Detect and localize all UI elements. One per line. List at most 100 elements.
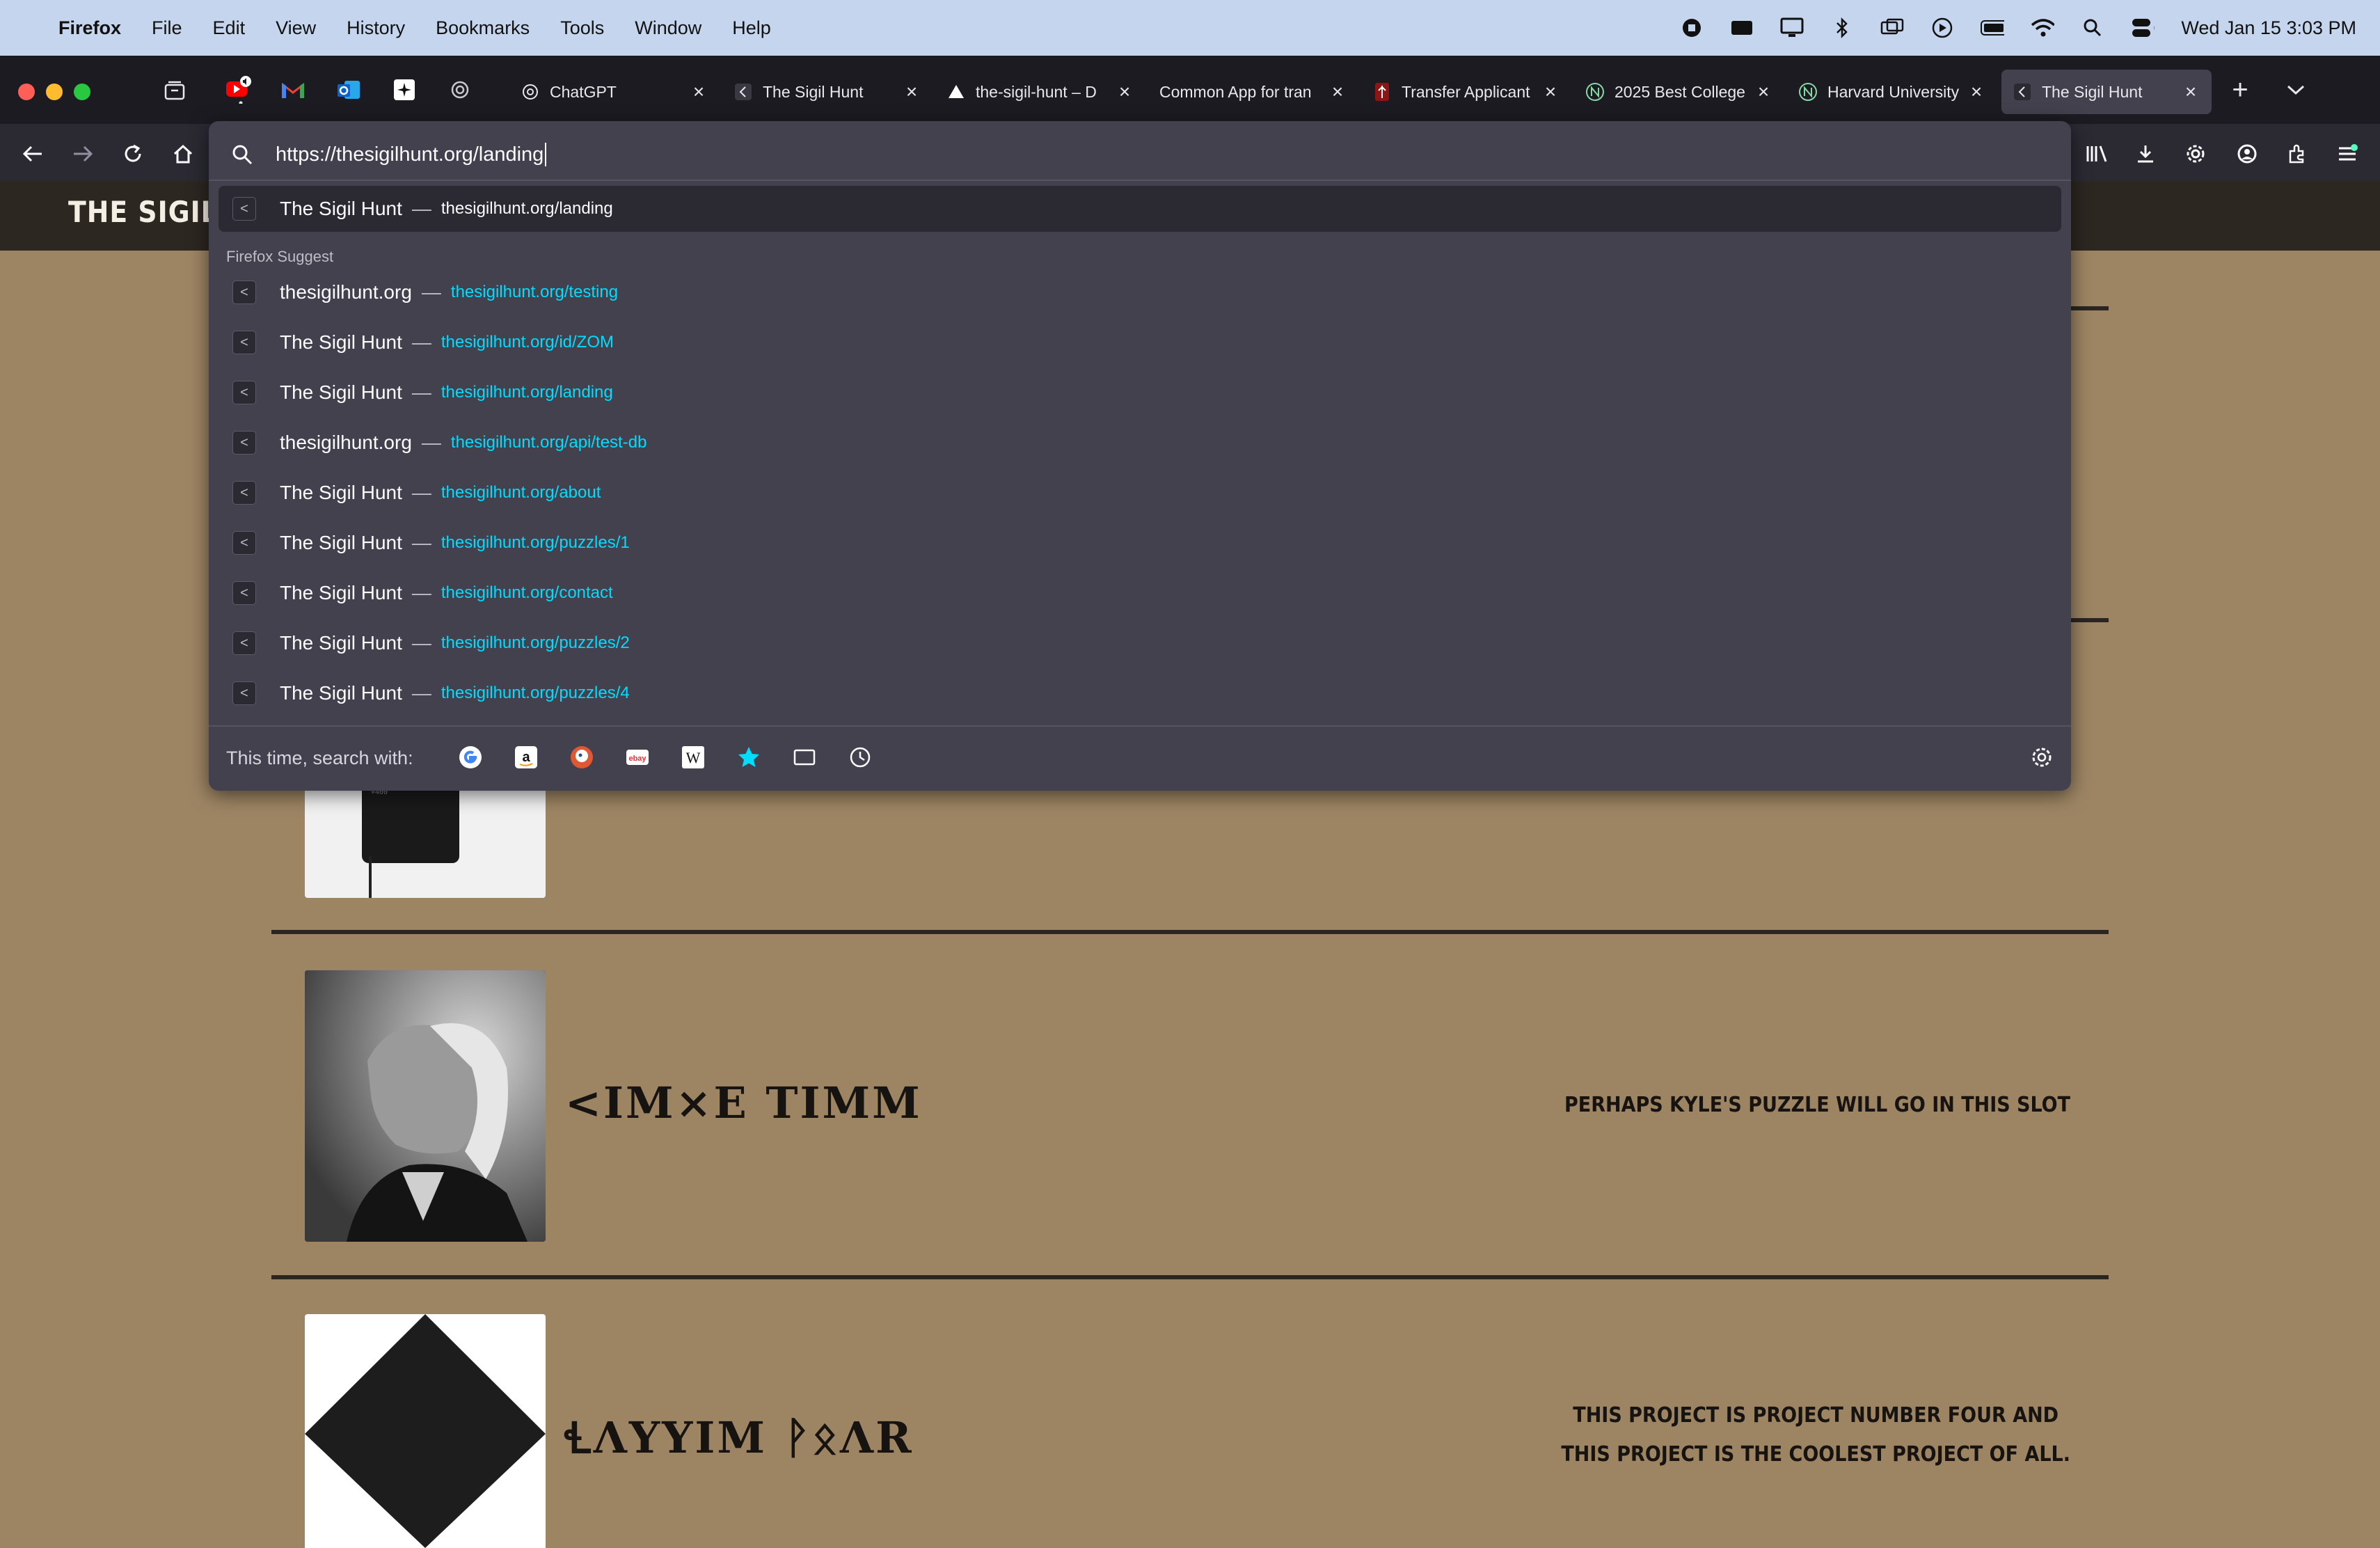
pinned-tab-chatgpt-icon[interactable]	[444, 74, 476, 106]
pinned-tab-gmail-icon[interactable]	[277, 74, 309, 106]
result-separator: —	[421, 432, 441, 453]
history-icon[interactable]	[846, 743, 874, 771]
suggestion-row[interactable]: < thesigilhunt.org — thesigilhunt.org/api/t…	[219, 420, 2061, 466]
project-name[interactable]: ꞭΛYYIM ᚹᛟΛR	[565, 1407, 914, 1466]
suggestion-row[interactable]: < The Sigil Hunt — thesigilhunt.org/contact	[219, 570, 2061, 616]
menu-help[interactable]: Help	[732, 17, 771, 39]
battery-icon[interactable]	[1981, 16, 2005, 40]
window-zoom-button[interactable]	[74, 84, 90, 100]
suggestion-row[interactable]: < thesigilhunt.org — thesigilhunt.org/testi…	[219, 269, 2061, 315]
menu-view[interactable]: View	[276, 17, 316, 39]
project-thumbnail-diamond[interactable]	[305, 1314, 546, 1548]
app-menu-hamburger-icon[interactable]	[2331, 138, 2363, 170]
sigil-icon: <	[232, 681, 256, 705]
menu-file[interactable]: File	[152, 17, 182, 39]
result-title: The Sigil Hunt	[280, 198, 402, 219]
now-playing-icon[interactable]	[1930, 16, 1954, 40]
control-center-icon[interactable]	[2131, 16, 2155, 40]
screen-mirroring-icon[interactable]	[1880, 16, 1904, 40]
sigil-icon	[733, 82, 753, 102]
tab-chatgpt[interactable]: ChatGPT ×	[509, 70, 720, 114]
url-input[interactable]: https://thesigilhunt.org/landing	[223, 128, 2060, 181]
url-text: https://thesigilhunt.org/landing	[276, 143, 544, 166]
extensions-icon[interactable]	[2281, 138, 2313, 170]
forward-arrow-icon[interactable]	[67, 138, 99, 170]
tab-sigil-hunt-active[interactable]: The Sigil Hunt ×	[2001, 70, 2212, 114]
amazon-icon[interactable]: a	[512, 743, 540, 771]
ebay-icon[interactable]: ebay	[624, 743, 651, 771]
suggestion-row[interactable]: < The Sigil Hunt — thesigilhunt.org/about	[219, 470, 2061, 516]
niche-icon	[1798, 82, 1818, 102]
pinned-tab-outlook-icon[interactable]	[333, 74, 365, 106]
tab-title: Common App for tran	[1159, 82, 1312, 101]
display-icon[interactable]	[1780, 16, 1804, 40]
result-separator: —	[411, 482, 431, 503]
bluetooth-icon[interactable]	[1830, 16, 1854, 40]
view-recent-browsing-icon[interactable]	[159, 74, 191, 106]
result-title: The Sigil Hunt	[280, 331, 402, 353]
downloads-icon[interactable]	[2129, 138, 2161, 170]
suggestion-row[interactable]: < The Sigil Hunt — thesigilhunt.org/puzzles…	[219, 520, 2061, 566]
tab-transfer-applicant[interactable]: Transfer Applicant ×	[1361, 70, 1571, 114]
tabs-icon[interactable]	[791, 743, 818, 771]
tab-best-colleges[interactable]: 2025 Best College ×	[1574, 70, 1784, 114]
tab-harvard[interactable]: Harvard University ×	[1787, 70, 1997, 114]
tab-close-icon[interactable]: ×	[1754, 81, 1773, 103]
result-url: thesigilhunt.org/puzzles/1	[441, 533, 630, 552]
sigil-icon: <	[232, 481, 256, 505]
library-icon[interactable]	[2081, 138, 2113, 170]
project-description: PERHAPS KYLE'S PUZZLE WILL GO IN THIS SL…	[1564, 1086, 2070, 1125]
menu-window[interactable]: Window	[635, 17, 701, 39]
project-thumbnail-portrait[interactable]	[305, 970, 546, 1242]
menu-bookmarks[interactable]: Bookmarks	[436, 17, 530, 39]
menu-history[interactable]: History	[347, 17, 405, 39]
tab-close-icon[interactable]: ×	[689, 81, 708, 103]
sigil-icon: <	[232, 381, 256, 404]
wikipedia-icon[interactable]: W	[679, 743, 707, 771]
back-arrow-icon[interactable]	[17, 138, 49, 170]
record-icon[interactable]	[1680, 16, 1704, 40]
tab-vercel[interactable]: the-sigil-hunt – D ×	[935, 70, 1145, 114]
tab-common-app[interactable]: Common App for tran ×	[1148, 70, 1358, 114]
result-separator: —	[411, 532, 431, 553]
account-icon[interactable]	[2231, 138, 2263, 170]
tab-close-icon[interactable]: ×	[1541, 81, 1560, 103]
spotlight-search-icon[interactable]	[2081, 16, 2104, 40]
menubar-clock[interactable]: Wed Jan 15 3:03 PM	[2181, 17, 2356, 39]
tab-close-icon[interactable]: ×	[2181, 81, 2200, 103]
tab-sigil-hunt[interactable]: The Sigil Hunt ×	[722, 70, 933, 114]
control-strip-icon[interactable]	[1730, 16, 1754, 40]
menu-edit[interactable]: Edit	[213, 17, 246, 39]
home-icon[interactable]	[167, 138, 199, 170]
bookmarks-icon[interactable]	[735, 743, 763, 771]
wifi-icon[interactable]	[2031, 16, 2055, 40]
tab-close-icon[interactable]: ×	[1328, 81, 1347, 103]
tab-close-icon[interactable]: ×	[1115, 81, 1134, 103]
pinned-tab-notion-icon[interactable]	[388, 74, 420, 106]
google-icon[interactable]	[457, 743, 484, 771]
duckduckgo-icon[interactable]	[568, 743, 596, 771]
result-separator: —	[421, 281, 441, 303]
result-url: thesigilhunt.org/landing	[441, 383, 613, 402]
pinned-tab-youtube-icon[interactable]	[223, 74, 255, 106]
new-tab-plus-icon[interactable]: +	[2224, 74, 2256, 106]
suggestion-row[interactable]: < The Sigil Hunt — thesigilhunt.org/landing	[219, 370, 2061, 416]
project-name[interactable]: <IM×E TIMM	[565, 1077, 922, 1128]
window-minimize-button[interactable]	[46, 84, 63, 100]
suggestion-row[interactable]: < The Sigil Hunt — thesigilhunt.org/id/ZOM	[219, 319, 2061, 365]
suggestion-row[interactable]: < The Sigil Hunt — thesigilhunt.org/puzzles…	[219, 620, 2061, 666]
menu-tools[interactable]: Tools	[560, 17, 604, 39]
menu-firefox[interactable]: Firefox	[58, 17, 121, 39]
tab-close-icon[interactable]: ×	[1967, 81, 1986, 103]
window-close-button[interactable]	[18, 84, 35, 100]
heuristic-result-row[interactable]: < The Sigil Hunt — thesigilhunt.org/land…	[219, 186, 2061, 232]
result-title: thesigilhunt.org	[280, 432, 412, 453]
list-all-tabs-chevron-icon[interactable]	[2280, 74, 2312, 106]
tab-close-icon[interactable]: ×	[902, 81, 921, 103]
svg-text:ebay: ebay	[628, 755, 646, 763]
tab-title: the-sigil-hunt – D	[976, 82, 1097, 101]
search-settings-gear-icon[interactable]	[2028, 743, 2056, 771]
reload-icon[interactable]	[117, 138, 149, 170]
settings-gear-icon[interactable]	[2180, 138, 2212, 170]
suggestion-row[interactable]: < The Sigil Hunt — thesigilhunt.org/puzzles…	[219, 670, 2061, 716]
